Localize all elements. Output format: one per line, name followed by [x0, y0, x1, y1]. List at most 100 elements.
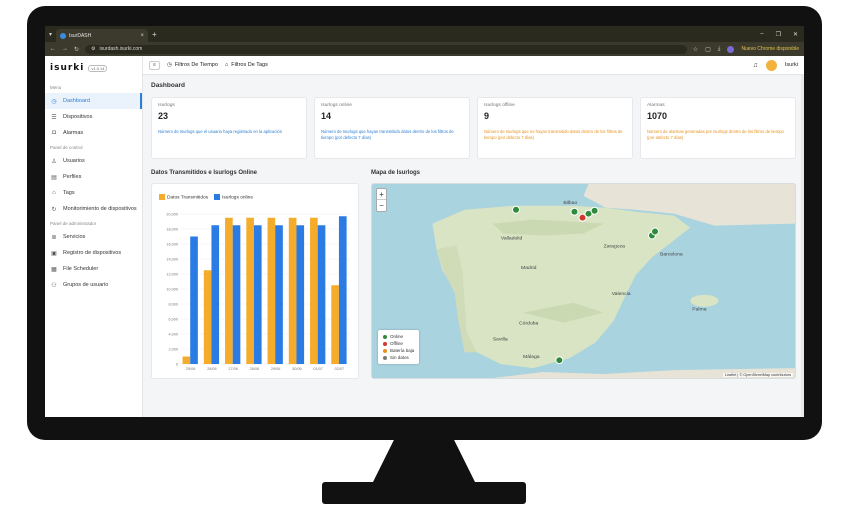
- kpi-row: Isurlogs 23 Número de Isurlogs que el us…: [151, 97, 796, 159]
- kpi-description: Número de Isurlogs que no hayan transmit…: [484, 129, 623, 140]
- kpi-value: 1070: [647, 111, 668, 121]
- sidebar-section-label: Panel de administrador: [50, 221, 97, 226]
- scrollbar[interactable]: [801, 75, 804, 417]
- browser-tab[interactable]: IsurDASH ×: [56, 29, 149, 42]
- bar-datos-transmitidos[interactable]: [225, 217, 233, 364]
- sidebar-item-alarmas[interactable]: ◘ Alarmas: [45, 125, 142, 141]
- profile-avatar-icon[interactable]: [727, 45, 735, 53]
- zoom-in-button[interactable]: +: [377, 189, 386, 200]
- group-icon: ⚇: [51, 282, 57, 289]
- sidebar-item-dashboard[interactable]: ◷ Dashboard: [45, 93, 142, 109]
- bar-datos-transmitidos[interactable]: [288, 217, 297, 364]
- refresh-icon: ↻: [51, 206, 57, 213]
- x-tick-label: 25/06: [186, 367, 196, 371]
- url-text: isurdash.isurki.com: [99, 46, 143, 52]
- menu-toggle-icon[interactable]: ≡: [149, 60, 160, 70]
- bar-datos-transmitidos[interactable]: [246, 217, 254, 364]
- bar-isurlogs-online[interactable]: [211, 225, 220, 364]
- minimize-icon[interactable]: –: [760, 31, 763, 38]
- sidebar-item-monitorimiento[interactable]: ↻ Monitorimiento de dispositivos: [45, 201, 142, 217]
- bar-datos-transmitidos[interactable]: [182, 356, 191, 365]
- profile-icon: ▤: [51, 174, 57, 181]
- chart-card: Datos Transmitidos Isurlogs online 0 2,00…: [151, 183, 359, 379]
- map-legend-no-data: Sin datos: [383, 354, 414, 361]
- sidebar-item-file-scheduler[interactable]: ▦ File Scheduler: [45, 261, 142, 277]
- kpi-description: Número de alarmas generadas por Isurlogs…: [647, 129, 784, 140]
- sidebar-item-label: Dispositivos: [63, 114, 93, 120]
- tab-list-icon[interactable]: ▾: [49, 31, 52, 38]
- app-shell: isurki v1.0.14 Menu ◷ Dashboard ☰ Dispos…: [45, 56, 804, 417]
- calendar-icon: ▦: [51, 266, 57, 273]
- user-area: ♫ Isurki: [753, 59, 798, 71]
- download-icon[interactable]: ⤓: [718, 46, 721, 53]
- tag-icon: ⌂: [224, 62, 229, 68]
- bar-isurlogs-online[interactable]: [275, 225, 283, 364]
- time-filter-label: Filtros De Tiempo: [174, 62, 218, 68]
- map-view[interactable]: Madrid Zaragoza Barcelona Valencia Sevil…: [371, 183, 796, 379]
- map-legend-label: Online: [390, 334, 404, 339]
- x-tick-label: 01/07: [313, 367, 323, 371]
- bar-isurlogs-online[interactable]: [338, 216, 347, 364]
- sidebar-item-label: Monitorimiento de dispositivos: [63, 206, 137, 212]
- avatar[interactable]: [765, 59, 777, 71]
- map-attribution[interactable]: Leaflet | © OpenStreetMap contributors: [722, 373, 793, 377]
- close-tab-icon[interactable]: ×: [141, 33, 145, 39]
- sidebar-item-dispositivos[interactable]: ☰ Dispositivos: [45, 109, 142, 125]
- register-icon: ▣: [51, 250, 57, 257]
- sidebar-item-label: Tags: [63, 190, 75, 196]
- page-title: Dashboard: [151, 82, 185, 89]
- brand-logo[interactable]: isurki: [50, 63, 84, 73]
- place-label: Palma: [692, 307, 706, 313]
- place-label: Barcelona: [660, 251, 683, 257]
- sidebar-item-tags[interactable]: ⌂ Tags: [45, 185, 142, 201]
- time-filter-button[interactable]: ◷ Filtros De Tiempo: [167, 62, 218, 68]
- legend-item-data[interactable]: Datos Transmitidos: [159, 194, 208, 200]
- x-tick-label: 26/06: [207, 367, 217, 371]
- sidebar-item-servicios[interactable]: ≣ Servicios: [45, 229, 142, 245]
- tag-icon: ⌂: [52, 190, 56, 196]
- forward-icon[interactable]: →: [62, 46, 68, 52]
- chrome-update-notice[interactable]: Nuevo Chrome disponible: [741, 46, 799, 52]
- bar-isurlogs-online[interactable]: [253, 225, 262, 364]
- tags-filter-button[interactable]: ⌂ Filtros De Tags: [225, 62, 268, 68]
- place-label: Madrid: [521, 265, 537, 271]
- sidebar-item-registro[interactable]: ▣ Registro de dispositivos: [45, 245, 142, 261]
- reload-icon[interactable]: ↻: [74, 46, 79, 53]
- bar-datos-transmitidos[interactable]: [267, 217, 276, 364]
- bookmark-star-icon[interactable]: ☆: [693, 46, 698, 53]
- tab-bar: ▾ IsurDASH × + – ❐ ✕: [45, 26, 804, 42]
- bar-datos-transmitidos[interactable]: [203, 270, 212, 364]
- x-tick-label: 30/06: [292, 367, 302, 371]
- x-tick-label: 27/06: [228, 367, 238, 371]
- place-label: Valencia: [612, 291, 631, 297]
- sidebar-item-label: Registro de dispositivos: [63, 250, 122, 256]
- user-name[interactable]: Isurki: [785, 62, 798, 68]
- favicon-icon: [60, 32, 67, 39]
- marker-online: [590, 206, 599, 215]
- url-field[interactable]: ⚙ isurdash.isurki.com: [85, 44, 687, 54]
- site-info-icon[interactable]: ⚙: [91, 46, 95, 52]
- bar-isurlogs-online[interactable]: [232, 225, 241, 364]
- bar-isurlogs-online[interactable]: [296, 225, 305, 364]
- kpi-label: Alarmas: [647, 103, 665, 108]
- sidebar-item-perfiles[interactable]: ▤ Perfiles: [45, 169, 142, 185]
- bar-datos-transmitidos[interactable]: [331, 285, 339, 364]
- extensions-icon[interactable]: ▢: [705, 46, 711, 53]
- bell-icon[interactable]: ♫: [753, 62, 758, 69]
- bar-isurlogs-online[interactable]: [190, 236, 198, 365]
- legend-item-online[interactable]: Isurlogs online: [214, 194, 253, 200]
- sidebar-item-usuarios[interactable]: ♙ Usuarios: [45, 153, 142, 169]
- sidebar-item-grupos[interactable]: ⚇ Grupos de usuario: [45, 277, 142, 293]
- new-tab-icon[interactable]: +: [152, 30, 157, 39]
- bar-isurlogs-online[interactable]: [317, 225, 326, 364]
- bar-datos-transmitidos[interactable]: [310, 217, 318, 364]
- map-legend-offline: Offline: [383, 340, 414, 347]
- legend-label: Datos Transmitidos: [167, 195, 209, 201]
- version-badge: v1.0.14: [88, 64, 108, 72]
- back-icon[interactable]: ←: [50, 46, 56, 52]
- close-window-icon[interactable]: ✕: [793, 31, 798, 38]
- restore-icon[interactable]: ❐: [776, 31, 781, 38]
- zoom-out-button[interactable]: −: [377, 200, 386, 211]
- marker-online: [555, 356, 564, 365]
- place-label: Córdoba: [519, 321, 539, 327]
